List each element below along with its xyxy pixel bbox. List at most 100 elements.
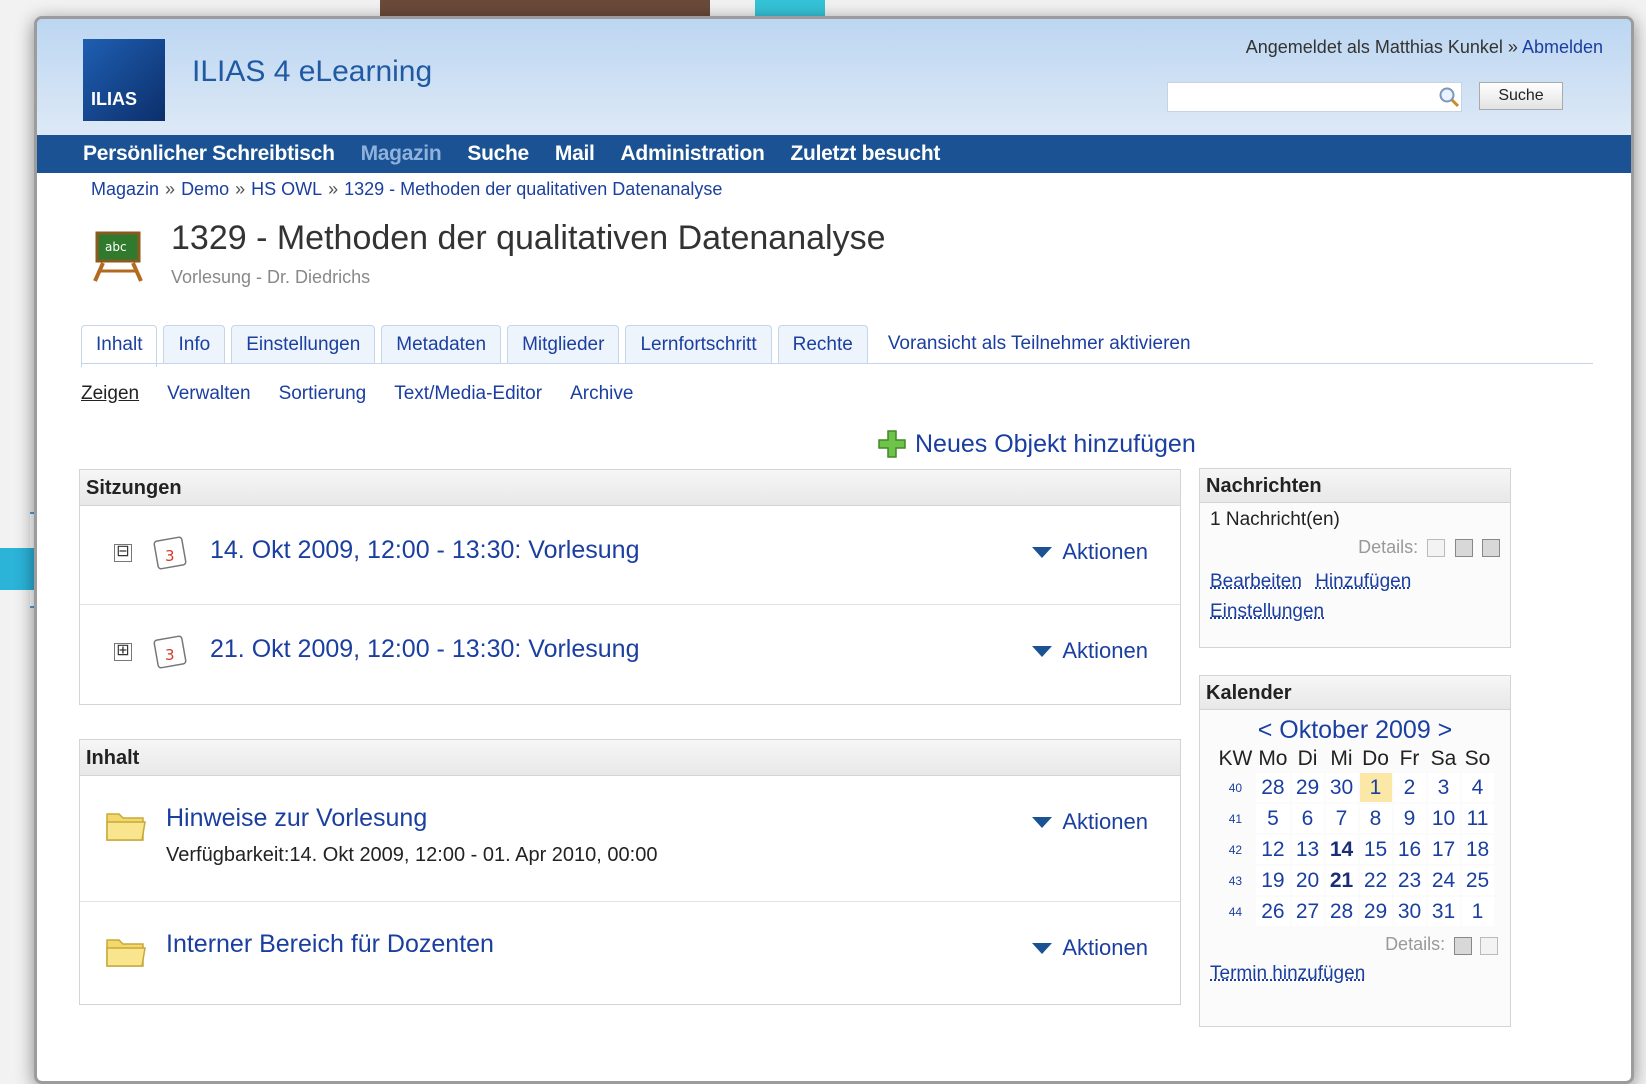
session-link[interactable]: 21. Okt 2009, 12:00 - 13:30: Vorlesung xyxy=(210,635,639,664)
subtab-verwalten[interactable]: Verwalten xyxy=(167,383,250,405)
mainnav-item-administration[interactable]: Administration xyxy=(621,142,765,166)
news-heading: Nachrichten xyxy=(1200,469,1510,503)
calendar-day[interactable]: 25 xyxy=(1461,866,1494,895)
search-button[interactable]: Suche xyxy=(1479,82,1563,110)
mainnav-item-persönlicher-schreibtisch[interactable]: Persönlicher Schreibtisch xyxy=(83,142,335,166)
calendar-day[interactable]: 15 xyxy=(1359,835,1392,864)
breadcrumb-separator: » xyxy=(165,179,176,199)
calendar-week-number[interactable]: 44 xyxy=(1216,897,1254,926)
login-user-text: Angemeldet als Matthias Kunkel » xyxy=(1245,37,1518,57)
search-icon[interactable] xyxy=(1437,85,1461,109)
tab-lernfortschritt[interactable]: Lernfortschritt xyxy=(625,325,772,363)
search-input[interactable] xyxy=(1167,82,1462,112)
calendar-week-number[interactable]: 41 xyxy=(1216,804,1254,833)
breadcrumb-item[interactable]: HS OWL xyxy=(251,179,322,199)
calendar-week-number[interactable]: 42 xyxy=(1216,835,1254,864)
calendar-day[interactable]: 6 xyxy=(1291,804,1324,833)
calendar-day[interactable]: 10 xyxy=(1427,804,1460,833)
calendar-day[interactable]: 30 xyxy=(1325,773,1358,802)
availability-text: Verfügbarkeit:14. Okt 2009, 12:00 - 01. … xyxy=(166,844,658,866)
svg-text:abc: abc xyxy=(105,240,127,254)
brand-title: ILIAS 4 eLearning xyxy=(192,55,433,88)
session-link[interactable]: 14. Okt 2009, 12:00 - 13:30: Vorlesung xyxy=(210,536,639,565)
details-full-icon[interactable] xyxy=(1482,538,1500,557)
calendar-weekday-header: Fr xyxy=(1399,747,1420,770)
calendar-day[interactable]: 28 xyxy=(1325,897,1358,926)
folder-link[interactable]: Interner Bereich für Dozenten xyxy=(166,930,494,959)
calendar-day[interactable]: 13 xyxy=(1291,835,1324,864)
calendar-day[interactable]: 27 xyxy=(1291,897,1324,926)
ilias-logo[interactable]: ILIAS xyxy=(83,39,165,121)
calendar-day[interactable]: 24 xyxy=(1427,866,1460,895)
tab-mitglieder[interactable]: Mitglieder xyxy=(507,325,620,363)
calendar-day[interactable]: 29 xyxy=(1291,773,1324,802)
calendar-day[interactable]: 28 xyxy=(1256,773,1290,802)
tab-einstellungen[interactable]: Einstellungen xyxy=(231,325,376,363)
calendar-week-number[interactable]: 43 xyxy=(1216,866,1254,895)
calendar-day[interactable]: 1 xyxy=(1359,773,1392,802)
browser-window: ILIAS ILIAS 4 eLearning Angemeldet als M… xyxy=(34,16,1634,1084)
calendar-day[interactable]: 21 xyxy=(1325,866,1358,895)
subtab-text-media-editor[interactable]: Text/Media-Editor xyxy=(394,383,542,405)
expand-toggle[interactable]: ⊞ xyxy=(114,643,132,661)
details-none-icon[interactable] xyxy=(1427,538,1446,557)
add-event-link[interactable]: Termin hinzufügen xyxy=(1210,963,1365,984)
page-title: 1329 - Methoden der qualitativen Datenan… xyxy=(171,219,886,257)
calendar-day[interactable]: 9 xyxy=(1393,804,1426,833)
actions-dropdown[interactable]: Aktionen xyxy=(1032,809,1148,835)
tab-metadaten[interactable]: Metadaten xyxy=(381,325,502,363)
calendar-day[interactable]: 17 xyxy=(1427,835,1460,864)
breadcrumb-item[interactable]: Demo xyxy=(181,179,229,199)
calendar-day[interactable]: 16 xyxy=(1393,835,1426,864)
calendar-day[interactable]: 4 xyxy=(1461,773,1494,802)
mainnav-item-magazin[interactable]: Magazin xyxy=(361,142,442,166)
calendar-day[interactable]: 7 xyxy=(1325,804,1358,833)
calendar-day[interactable]: 5 xyxy=(1256,804,1290,833)
calendar-day[interactable]: 19 xyxy=(1256,866,1290,895)
calendar-day[interactable]: 30 xyxy=(1393,897,1426,926)
subtab-archive[interactable]: Archive xyxy=(570,383,633,405)
news-settings-link[interactable]: Einstellungen xyxy=(1210,601,1324,622)
breadcrumb-item[interactable]: Magazin xyxy=(91,179,159,199)
calendar-day[interactable]: 20 xyxy=(1291,866,1324,895)
calendar-day[interactable]: 31 xyxy=(1427,897,1460,926)
calendar-day[interactable]: 3 xyxy=(1427,773,1460,802)
breadcrumb-item[interactable]: 1329 - Methoden der qualitativen Datenan… xyxy=(344,179,722,199)
calendar-day[interactable]: 14 xyxy=(1325,835,1358,864)
calendar-month-nav[interactable]: < Oktober 2009 > xyxy=(1204,716,1506,745)
actions-dropdown[interactable]: Aktionen xyxy=(1032,935,1148,961)
calendar-day[interactable]: 22 xyxy=(1359,866,1392,895)
details-full-icon[interactable] xyxy=(1480,936,1498,955)
tab-rechte[interactable]: Rechte xyxy=(777,325,868,363)
news-add-link[interactable]: Hinzufügen xyxy=(1315,571,1411,592)
calendar-day[interactable]: 2 xyxy=(1393,773,1426,802)
actions-dropdown[interactable]: Aktionen xyxy=(1032,638,1148,664)
plus-icon xyxy=(878,430,906,458)
details-short-icon[interactable] xyxy=(1453,936,1472,955)
calendar-day[interactable]: 8 xyxy=(1359,804,1392,833)
mainnav-item-mail[interactable]: Mail xyxy=(555,142,595,166)
calendar-day[interactable]: 18 xyxy=(1461,835,1494,864)
calendar-week-number[interactable]: 40 xyxy=(1216,773,1254,802)
mainnav-item-zuletzt-besucht[interactable]: Zuletzt besucht xyxy=(791,142,941,166)
subtab-sortierung[interactable]: Sortierung xyxy=(279,383,367,405)
tab-preview-as-member[interactable]: Voransicht als Teilnehmer aktivieren xyxy=(874,325,1205,363)
calendar-day[interactable]: 1 xyxy=(1461,897,1494,926)
calendar-day[interactable]: 23 xyxy=(1393,866,1426,895)
actions-dropdown[interactable]: Aktionen xyxy=(1032,539,1148,565)
calendar-day[interactable]: 29 xyxy=(1359,897,1392,926)
calendar-day[interactable]: 26 xyxy=(1256,897,1290,926)
details-short-icon[interactable] xyxy=(1454,538,1473,557)
folder-link[interactable]: Hinweise zur Vorlesung xyxy=(166,804,427,833)
add-new-object-button[interactable]: Neues Objekt hinzufügen xyxy=(877,429,1196,459)
subtab-zeigen[interactable]: Zeigen xyxy=(81,383,139,405)
tab-inhalt[interactable]: Inhalt xyxy=(81,325,158,367)
mainnav-item-suche[interactable]: Suche xyxy=(467,142,529,166)
calendar-day[interactable]: 11 xyxy=(1461,804,1494,833)
calendar-day[interactable]: 12 xyxy=(1256,835,1290,864)
tab-info[interactable]: Info xyxy=(163,325,226,363)
collapse-toggle[interactable]: ⊟ xyxy=(114,544,132,562)
news-edit-link[interactable]: Bearbeiten xyxy=(1210,571,1302,592)
logout-link[interactable]: Abmelden xyxy=(1522,37,1603,57)
calendar-header-row: KW Mo Di Mi Do Fr Sa So xyxy=(1216,747,1493,771)
